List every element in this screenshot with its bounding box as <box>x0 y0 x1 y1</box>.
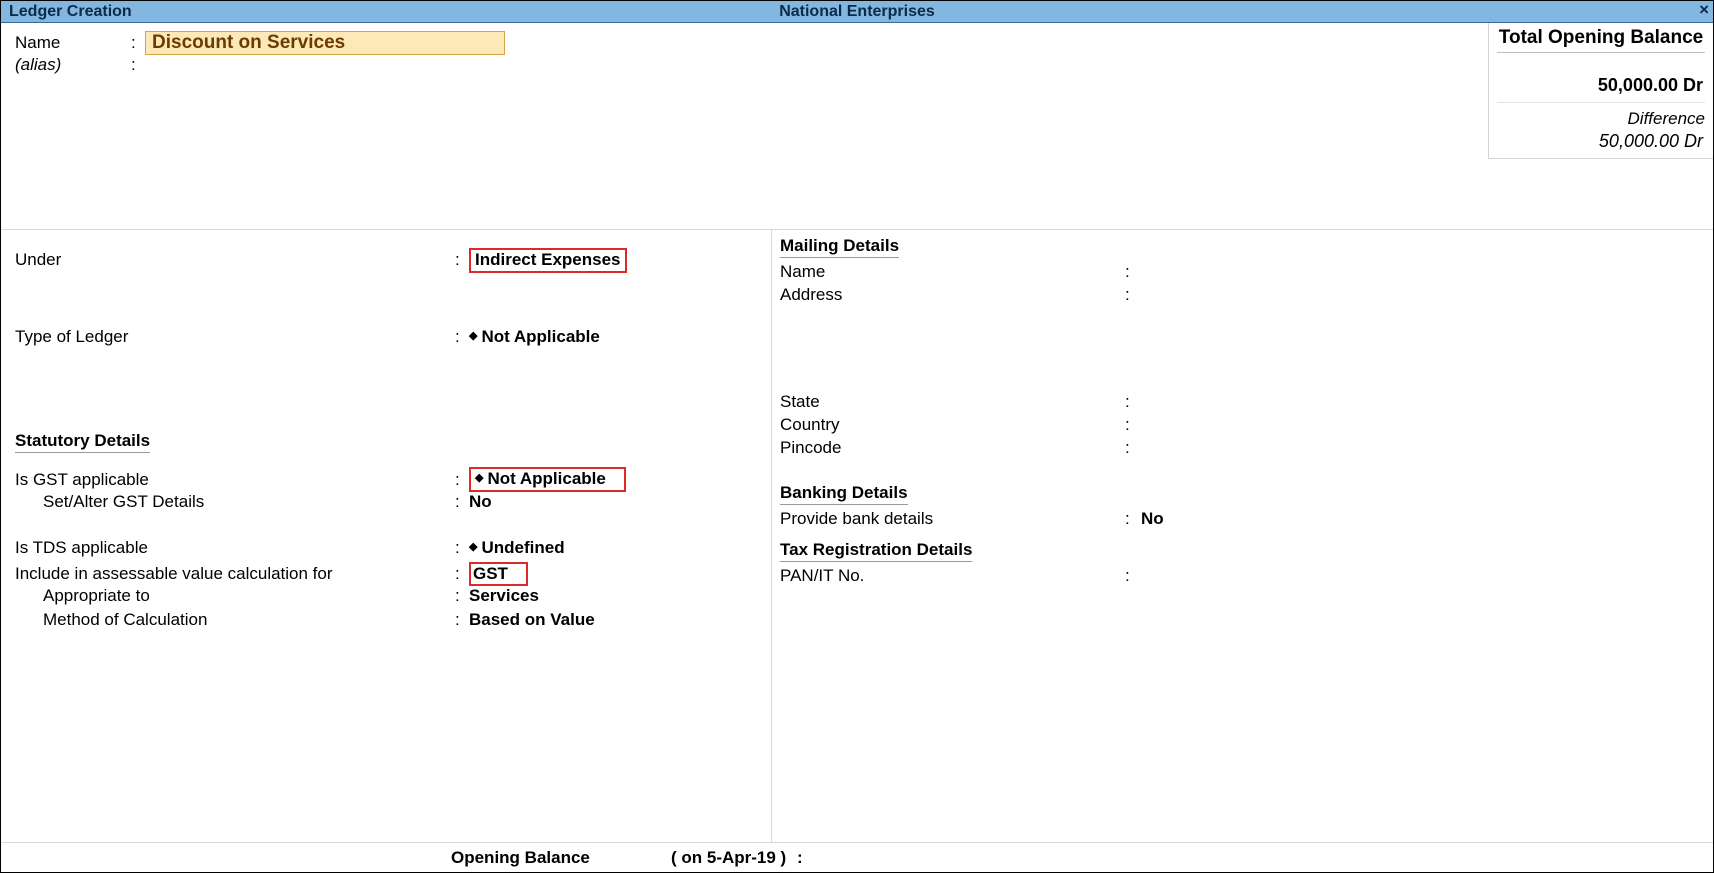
screen-title: Ledger Creation <box>1 3 132 21</box>
set-alter-gst-label: Set/Alter GST Details <box>15 492 455 512</box>
appropriate-to-value[interactable]: Services <box>469 586 539 606</box>
provide-bank-label: Provide bank details <box>780 509 1125 532</box>
address-label: Address <box>780 285 1125 308</box>
include-assessable-label: Include in assessable value calculation … <box>15 564 455 584</box>
colon: : <box>1125 438 1141 461</box>
type-of-ledger-value[interactable]: Not Applicable <box>469 327 600 347</box>
type-of-ledger-label: Type of Ledger <box>15 327 455 347</box>
footer-opening-balance: Opening Balance ( on 5-Apr-19 ) : <box>1 842 1713 872</box>
colon: : <box>455 564 469 584</box>
name-label: Name <box>15 33 131 53</box>
close-icon[interactable]: × <box>1699 0 1709 20</box>
mailing-details-heading: Mailing Details <box>780 236 899 258</box>
appropriate-to-label: Appropriate to <box>15 586 455 606</box>
tds-applicable-value[interactable]: Undefined <box>469 538 565 558</box>
difference-amount: 50,000.00 Dr <box>1497 129 1705 154</box>
colon: : <box>1125 509 1141 532</box>
method-calc-label: Method of Calculation <box>15 610 455 630</box>
mailing-name-label: Name <box>780 262 1125 285</box>
colon: : <box>1125 285 1141 308</box>
company-name: National Enterprises <box>779 3 935 21</box>
gst-applicable-label: Is GST applicable <box>15 470 455 490</box>
country-label: Country <box>780 415 1125 438</box>
set-alter-gst-value[interactable]: No <box>469 492 492 512</box>
colon: : <box>455 492 469 512</box>
provide-bank-value[interactable]: No <box>1141 509 1164 532</box>
method-calc-value[interactable]: Based on Value <box>469 610 595 630</box>
ledger-name-input[interactable]: Discount on Services <box>145 31 505 55</box>
colon: : <box>455 327 469 347</box>
colon: : <box>455 610 469 630</box>
colon: : <box>455 470 469 490</box>
difference-label: Difference <box>1497 102 1705 129</box>
left-column: Under : Indirect Expenses Type of Ledger… <box>1 230 771 842</box>
total-opening-balance-title: Total Opening Balance <box>1497 27 1705 53</box>
right-column: Mailing Details Name : Address : State <box>771 230 1713 842</box>
total-opening-balance-box: Total Opening Balance 50,000.00 Dr Diffe… <box>1488 23 1713 159</box>
tax-reg-heading: Tax Registration Details <box>780 540 972 562</box>
colon: : <box>1125 392 1141 415</box>
under-label: Under <box>15 250 455 270</box>
highlight-box: GST <box>469 562 528 586</box>
state-label: State <box>780 392 1125 415</box>
opening-balance-label: Opening Balance <box>451 848 671 868</box>
gst-applicable-value[interactable]: Not Applicable <box>475 469 606 488</box>
alias-label: (alias) <box>15 55 131 75</box>
colon: : <box>1125 415 1141 438</box>
banking-details-heading: Banking Details <box>780 483 908 505</box>
colon: : <box>131 55 145 75</box>
colon: : <box>1125 566 1141 589</box>
colon: : <box>792 848 802 868</box>
highlight-box: Not Applicable <box>469 467 626 492</box>
colon: : <box>131 33 145 53</box>
opening-balance-date: ( on 5-Apr-19 ) <box>671 848 786 868</box>
colon: : <box>455 250 469 270</box>
ledger-creation-window: Ledger Creation National Enterprises × N… <box>0 0 1714 873</box>
total-opening-balance-amount: 50,000.00 Dr <box>1497 53 1705 102</box>
colon: : <box>1125 262 1141 285</box>
include-assessable-value[interactable]: GST <box>473 564 508 583</box>
pan-label: PAN/IT No. <box>780 566 1125 589</box>
tds-applicable-label: Is TDS applicable <box>15 538 455 558</box>
pincode-label: Pincode <box>780 438 1125 461</box>
under-value[interactable]: Indirect Expenses <box>475 250 621 269</box>
colon: : <box>455 586 469 606</box>
highlight-box: Indirect Expenses <box>469 248 627 273</box>
titlebar: Ledger Creation National Enterprises × <box>1 1 1713 23</box>
header-section: Name : Discount on Services (alias) : <box>1 23 1713 79</box>
colon: : <box>455 538 469 558</box>
statutory-details-heading: Statutory Details <box>15 431 150 453</box>
